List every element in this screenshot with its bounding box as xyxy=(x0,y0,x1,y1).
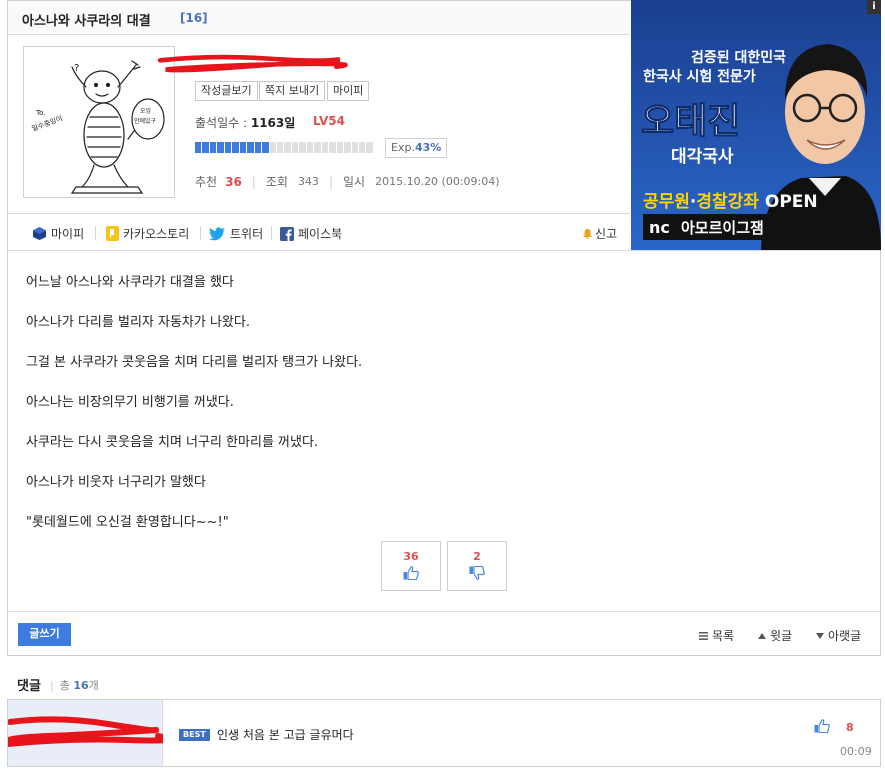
thumbs-up-icon xyxy=(403,566,419,580)
mypi-button[interactable]: 마이피 xyxy=(327,81,370,101)
svg-text:오잉: 오잉 xyxy=(140,108,151,115)
share-facebook[interactable]: 페이스북 xyxy=(280,225,342,242)
bell-icon xyxy=(583,229,592,239)
share-kakaostory[interactable]: 카카오스토리 xyxy=(106,225,189,242)
facebook-icon xyxy=(280,226,294,241)
censored-author-scribble xyxy=(3,716,171,748)
post-action-bar: 글쓰기 목록 윗글 아랫글 xyxy=(8,611,880,656)
write-post-button[interactable]: 글쓰기 xyxy=(18,623,71,646)
share-mypi[interactable]: 마이피 xyxy=(32,225,84,242)
exp-segment xyxy=(336,142,344,153)
comments-total: | 총 16개 xyxy=(50,679,99,692)
exp-segment xyxy=(217,142,224,153)
ad-graphic: 검증된 대한민국 한국사 시험 전문가 오태진 대각국사 공무원·경찰강좌 OP… xyxy=(631,0,881,250)
exp-segment xyxy=(262,142,269,153)
ad-banner[interactable]: 검증된 대한민국 한국사 시험 전문가 오태진 대각국사 공무원·경찰강좌 OP… xyxy=(631,0,881,250)
exp-segment xyxy=(247,142,254,153)
exp-segment xyxy=(239,142,247,153)
attendance-days: 출석일수 : 1163일 xyxy=(195,116,296,130)
body-line: 아스나는 비장의무기 비행기를 꺼냈다. xyxy=(26,395,234,410)
exp-segment xyxy=(284,142,291,153)
triangle-down-icon xyxy=(816,632,824,639)
view-posts-button[interactable]: 작성글보기 xyxy=(195,81,258,101)
upvote-button[interactable]: 36 xyxy=(381,541,441,591)
exp-segment xyxy=(224,142,232,153)
exp-segment xyxy=(314,142,321,153)
svg-text:대각국사: 대각국사 xyxy=(671,147,734,167)
exp-segment xyxy=(306,142,314,153)
downvote-count: 2 xyxy=(473,550,481,563)
body-line: 어느날 아스나와 사쿠라가 대결을 했다 xyxy=(26,275,234,290)
svg-text:검증된 대한민국: 검증된 대한민국 xyxy=(691,49,786,66)
exp-segment xyxy=(209,142,217,153)
exp-segment xyxy=(299,142,306,153)
comment-text: 인생 처음 본 고급 글유머다 xyxy=(217,728,354,742)
svg-text:오태진: 오태진 xyxy=(641,101,740,142)
body-line: 그걸 본 사쿠라가 콧웃음을 치며 다리를 벌리자 탱크가 나왔다. xyxy=(26,355,363,370)
body-line: 아스나가 비웃자 너구리가 말했다 xyxy=(26,475,206,490)
report-button[interactable]: 신고 xyxy=(582,225,617,242)
comments-heading: 댓글 xyxy=(17,679,41,694)
comment-thumbs-up-icon[interactable] xyxy=(814,719,830,733)
exp-progress-bar xyxy=(195,142,373,153)
comment-like-count: 8 xyxy=(846,721,854,734)
svg-text:안에있구: 안에있구 xyxy=(134,117,157,125)
mypi-cube-icon xyxy=(33,227,46,240)
comment-count-badge[interactable]: [16] xyxy=(180,11,208,25)
body-line: 아스나가 다리를 벌리자 자동차가 나왔다. xyxy=(26,315,250,330)
share-twitter[interactable]: 트위터 xyxy=(209,225,263,242)
exp-segment xyxy=(195,142,202,153)
ad-info-icon[interactable]: i xyxy=(867,0,881,14)
body-line: "롯데월드에 오신걸 환영합니다~~!" xyxy=(26,515,229,530)
exp-percent-label: Exp.43% xyxy=(385,138,448,158)
post-meta: 추천 36 | 조회 343 | 일시 2015.10.20 (00:09:04… xyxy=(195,174,500,190)
thumbs-down-icon xyxy=(469,566,485,580)
user-level: LV54 xyxy=(313,114,345,128)
svg-text:To.: To. xyxy=(35,109,45,117)
twitter-bird-icon xyxy=(209,226,225,240)
recommend-count: 36 xyxy=(225,174,242,189)
list-icon xyxy=(699,631,708,640)
exp-segment xyxy=(321,142,329,153)
list-button[interactable]: 목록 xyxy=(699,627,734,644)
censored-nickname-scribble xyxy=(157,54,348,73)
exp-segment xyxy=(254,142,262,153)
comment-time: 00:09 xyxy=(840,745,872,758)
exp-segment xyxy=(344,142,351,153)
comment-item: BEST 인생 처음 본 고급 글유머다 8 00:09 xyxy=(3,699,881,767)
svg-text:한국사 시험 전문가: 한국사 시험 전문가 xyxy=(643,68,756,85)
exp-segment xyxy=(351,142,358,153)
comment-author-cell[interactable] xyxy=(3,700,171,766)
svg-text:nc: nc xyxy=(649,218,670,237)
exp-segment xyxy=(366,142,373,153)
exp-segment xyxy=(291,142,299,153)
exp-segment xyxy=(232,142,239,153)
exp-segment xyxy=(202,142,209,153)
view-count: 343 xyxy=(297,175,319,188)
next-post-button[interactable]: 아랫글 xyxy=(816,627,861,644)
prev-post-button[interactable]: 윗글 xyxy=(758,627,792,644)
exp-segment xyxy=(276,142,284,153)
post-title-bar: 아스나와 사쿠라의 대결 [16] xyxy=(8,1,630,35)
post-title: 아스나와 사쿠라의 대결 xyxy=(22,14,151,29)
triangle-up-icon xyxy=(758,632,766,639)
send-message-button[interactable]: 쪽지 보내기 xyxy=(259,81,326,101)
share-bar: 마이피 카카오스토리 트위터 페이스북 신고 xyxy=(8,213,630,250)
post-date: 2015.10.20 (00:09:04) xyxy=(375,175,500,188)
exp-segment xyxy=(269,142,276,153)
body-line: 사쿠라는 다시 콧웃음을 치며 너구리 한마리를 꺼냈다. xyxy=(26,435,319,450)
downvote-button[interactable]: 2 xyxy=(447,541,507,591)
svg-text:?: ? xyxy=(74,63,79,74)
exp-segment xyxy=(329,142,336,153)
upvote-count: 36 xyxy=(403,550,419,563)
best-badge: BEST xyxy=(179,729,210,741)
svg-text:아모르이그잼: 아모르이그잼 xyxy=(681,219,764,237)
kakaostory-icon xyxy=(106,226,119,241)
svg-text:공무원·경찰강좌 OPEN: 공무원·경찰강좌 OPEN xyxy=(643,192,818,212)
exp-segment xyxy=(358,142,366,153)
